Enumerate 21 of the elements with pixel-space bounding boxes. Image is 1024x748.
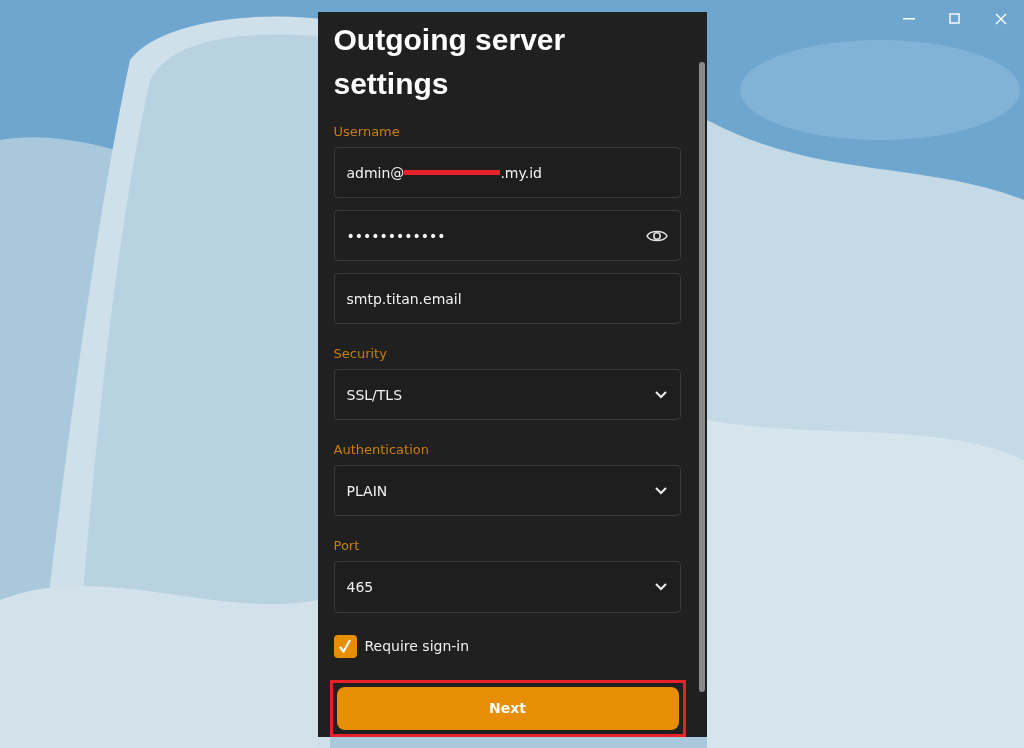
chevron-down-icon (653, 582, 668, 592)
dropdown[interactable]: 465 (333, 561, 681, 613)
checkmark-icon (339, 639, 351, 654)
checkbox-label: Require sign-in (364, 638, 470, 655)
checkbox[interactable] (333, 634, 357, 658)
close-icon (995, 13, 1007, 25)
dropdown[interactable]: PLAIN (333, 465, 681, 517)
chevron-down-icon (653, 389, 668, 400)
field-label: Port (333, 538, 361, 554)
maximize-icon (949, 13, 961, 25)
scrollbar[interactable] (698, 62, 705, 692)
text-field[interactable]: smtp.titan.email (333, 273, 681, 325)
password-field[interactable]: •••••••••••• (333, 210, 681, 262)
text-field[interactable]: admin@ .my.id (333, 147, 681, 199)
dropdown[interactable]: SSL/TLS (333, 369, 681, 421)
field-label: Security (333, 346, 388, 362)
page-title: Outgoing server settings (333, 22, 567, 102)
field-label: Username (333, 124, 401, 139)
chevron-down-icon (653, 485, 668, 496)
field-label: Authentication (333, 442, 430, 458)
minimize-icon (903, 18, 915, 20)
